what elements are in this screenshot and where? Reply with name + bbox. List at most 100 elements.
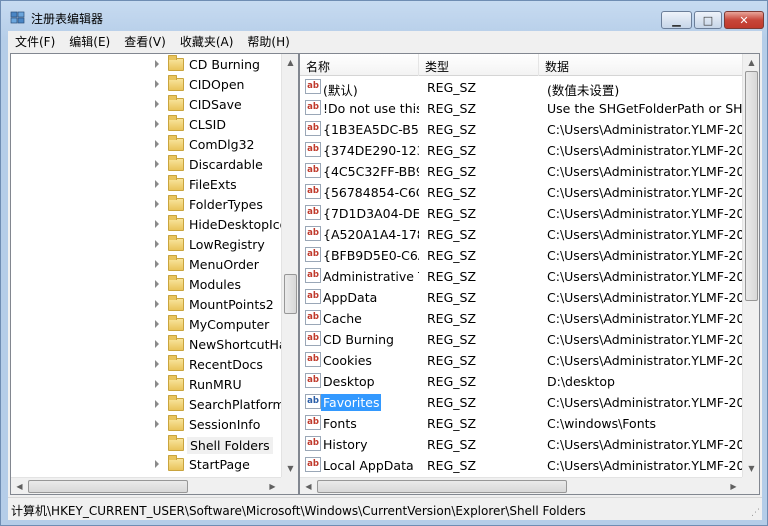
value-data: C:\Users\Administrator.YLMF-2016: [547, 311, 742, 326]
expand-arrow-icon[interactable]: [155, 400, 159, 408]
string-value-icon: ab: [305, 205, 321, 220]
expand-arrow-icon[interactable]: [155, 320, 159, 328]
expand-arrow-icon[interactable]: [155, 460, 159, 468]
expand-arrow-icon[interactable]: [155, 420, 159, 428]
scroll-right-icon[interactable]: ▶: [264, 478, 281, 494]
menu-edit[interactable]: 编辑(E): [62, 33, 117, 50]
expand-arrow-icon[interactable]: [155, 240, 159, 248]
list-row[interactable]: abAdministrative Tools REG_SZ C:\Users\Adm…: [300, 266, 742, 287]
list-row[interactable]: ab CD Burning REG_SZ C:\Users\Administrator…: [300, 329, 742, 350]
tree-hscroll-thumb[interactable]: [28, 480, 188, 493]
maximize-button[interactable]: □: [694, 11, 722, 29]
folder-icon: [168, 155, 184, 171]
list-row[interactable]: ab (默认) REG_SZ (数值未设置): [300, 77, 742, 98]
tree-item[interactable]: MyComputer: [11, 315, 281, 335]
tree-item[interactable]: CIDOpen: [11, 75, 281, 95]
scroll-left-icon[interactable]: ◀: [11, 478, 28, 494]
expand-arrow-icon[interactable]: [155, 380, 159, 388]
value-type: REG_SZ: [427, 395, 477, 410]
list-row[interactable]: ab{A520A1A4-1780-4FF6-BD18-167343C5AF16}…: [300, 224, 742, 245]
tree-vscroll-thumb[interactable]: [284, 274, 297, 314]
scroll-up-icon[interactable]: ▲: [743, 54, 759, 71]
list-row[interactable]: ab{BFB9D5E0-C6A9-404C-B2B2-AE6DB6AF4968}…: [300, 245, 742, 266]
list-row[interactable]: ab Cookies REG_SZ C:\Users\Administrator.YL…: [300, 350, 742, 371]
folder-icon: [168, 455, 184, 471]
menu-view[interactable]: 查看(V): [117, 33, 173, 50]
tree-item[interactable]: Discardable: [11, 155, 281, 175]
column-header-data[interactable]: 数据: [539, 54, 749, 76]
tree-item[interactable]: SearchPlatform: [11, 395, 285, 415]
list-row[interactable]: ab!Do not use this registry key REG_SZ Use…: [300, 98, 742, 119]
tree-item[interactable]: StartPage: [11, 455, 281, 475]
expand-arrow-icon[interactable]: [155, 260, 159, 268]
scroll-down-icon[interactable]: ▼: [282, 460, 298, 477]
tree-item[interactable]: MountPoints2: [11, 295, 281, 315]
tree-item[interactable]: Modules: [11, 275, 281, 295]
scroll-down-icon[interactable]: ▼: [743, 460, 759, 477]
folder-icon: [168, 195, 184, 211]
list-vscroll-thumb[interactable]: [745, 71, 758, 301]
scroll-right-icon[interactable]: ▶: [725, 478, 742, 494]
expand-arrow-icon[interactable]: [155, 140, 159, 148]
expand-arrow-icon[interactable]: [155, 340, 159, 348]
expand-arrow-icon[interactable]: [155, 100, 159, 108]
column-header-name[interactable]: 名称: [300, 54, 419, 76]
tree-horizontal-scrollbar[interactable]: ◀ ▶: [11, 477, 281, 494]
value-data: C:\Users\Administrator.YLMF-2016: [547, 227, 742, 242]
tree-item[interactable]: FolderTypes: [11, 195, 281, 215]
minimize-button[interactable]: ▁: [661, 11, 692, 29]
tree-item[interactable]: RecentDocs: [11, 355, 281, 375]
expand-arrow-icon[interactable]: [155, 280, 159, 288]
menu-file[interactable]: 文件(F): [8, 33, 62, 50]
tree-item[interactable]: ComDlg32: [11, 135, 281, 155]
expand-arrow-icon[interactable]: [155, 60, 159, 68]
resize-grip-icon[interactable]: ⋰: [751, 508, 760, 518]
expand-arrow-icon[interactable]: [155, 80, 159, 88]
tree-item[interactable]: FileExts: [11, 175, 281, 195]
expand-arrow-icon[interactable]: [155, 200, 159, 208]
tree-item[interactable]: CLSID: [11, 115, 281, 135]
list-row[interactable]: ab{4C5C32FF-BB9D-43b0-B5B4-2D72E54EAAA4}…: [300, 161, 742, 182]
list-row[interactable]: ab Cache REG_SZ C:\Users\Administrator.YLMF…: [300, 308, 742, 329]
string-value-icon: ab: [305, 394, 321, 409]
tree-item[interactable]: Shell Folders: [11, 435, 281, 455]
list-row[interactable]: ab Favorites REG_SZ C:\Users\Administrator.…: [300, 392, 742, 413]
tree-item[interactable]: SessionInfo: [11, 415, 281, 435]
menu-help[interactable]: 帮助(H): [240, 33, 296, 50]
expand-arrow-icon[interactable]: [155, 120, 159, 128]
scroll-up-icon[interactable]: ▲: [282, 54, 298, 71]
expand-arrow-icon[interactable]: [155, 180, 159, 188]
value-data: C:\Users\Administrator.YLMF-2016: [547, 248, 742, 263]
list-row[interactable]: ab Local AppData REG_SZ C:\Users\Administra…: [300, 455, 742, 476]
list-row[interactable]: ab History REG_SZ C:\Users\Administrator.YL…: [300, 434, 742, 455]
scroll-left-icon[interactable]: ◀: [300, 478, 317, 494]
string-value-icon: ab: [305, 142, 321, 157]
list-row[interactable]: ab{56784854-C6CB-462B-8169-88E350ACB882}…: [300, 182, 742, 203]
tree-item[interactable]: HideDesktopIcons: [11, 215, 298, 235]
tree-item[interactable]: CIDSave: [11, 95, 281, 115]
list-row[interactable]: ab{374DE290-123F-4565-9164-39C4925E467B}…: [300, 140, 742, 161]
list-row[interactable]: ab Fonts REG_SZ C:\windows\Fonts: [300, 413, 742, 434]
menu-favorites[interactable]: 收藏夹(A): [173, 33, 241, 50]
expand-arrow-icon[interactable]: [155, 220, 159, 228]
list-row[interactable]: ab{1B3EA5DC-B587-4786-B4EF-BD1DC332AEAE}…: [300, 119, 742, 140]
close-button[interactable]: ✕: [724, 11, 764, 29]
tree-item[interactable]: CD Burning: [11, 55, 281, 75]
tree-item-label: Discardable: [189, 157, 263, 172]
column-header-type[interactable]: 类型: [419, 54, 539, 76]
tree-vertical-scrollbar[interactable]: ▲ ▼: [281, 54, 298, 477]
tree-item[interactable]: LowRegistry: [11, 235, 281, 255]
expand-arrow-icon[interactable]: [155, 360, 159, 368]
list-hscroll-thumb[interactable]: [317, 480, 567, 493]
expand-arrow-icon[interactable]: [155, 300, 159, 308]
tree-item[interactable]: NewShortcutHandlers: [11, 335, 298, 355]
list-horizontal-scrollbar[interactable]: ◀ ▶: [300, 477, 742, 494]
tree-item[interactable]: RunMRU: [11, 375, 281, 395]
list-row[interactable]: ab AppData REG_SZ C:\Users\Administrator.YL…: [300, 287, 742, 308]
list-row[interactable]: ab{7D1D3A04-DEBB-4115-95CF-2F29DA2920DA}…: [300, 203, 742, 224]
list-vertical-scrollbar[interactable]: ▲ ▼: [742, 54, 759, 477]
tree-item[interactable]: MenuOrder: [11, 255, 281, 275]
expand-arrow-icon[interactable]: [155, 160, 159, 168]
list-row[interactable]: ab Desktop REG_SZ D:\desktop: [300, 371, 742, 392]
value-name: AppData: [323, 290, 419, 305]
